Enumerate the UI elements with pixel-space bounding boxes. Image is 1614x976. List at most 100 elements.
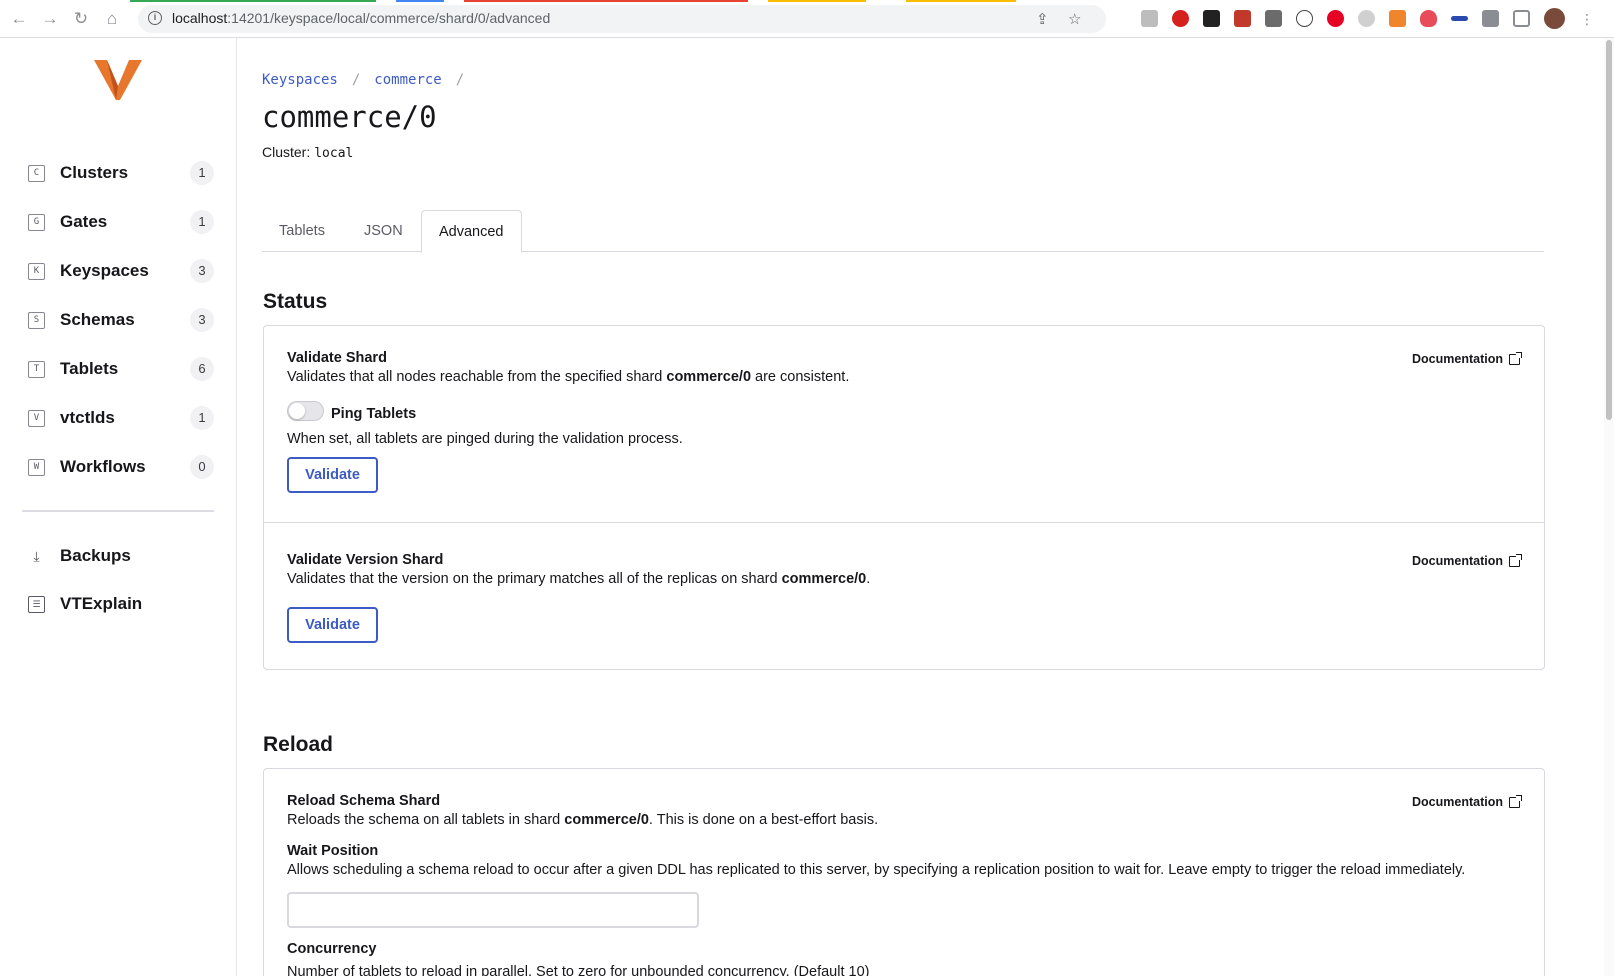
sidebar-item-label: Backups bbox=[60, 546, 131, 565]
reload-panel: Reload Schema Shard Reloads the schema o… bbox=[263, 768, 1545, 976]
status-section-title: Status bbox=[263, 290, 328, 313]
external-link-icon bbox=[1509, 351, 1522, 365]
reload-schema-documentation-link[interactable]: Documentation bbox=[1412, 794, 1522, 809]
sidebar-item-schemas[interactable]: S Schemas 3 bbox=[28, 307, 214, 333]
extension-icon[interactable] bbox=[1234, 10, 1251, 27]
sidebar-item-label: Keyspaces bbox=[60, 261, 149, 280]
metamask-extension-icon[interactable] bbox=[1389, 10, 1406, 27]
sidebar-item-keyspaces[interactable]: K Keyspaces 3 bbox=[28, 258, 214, 284]
clusters-icon: C bbox=[28, 164, 45, 182]
sidebar-item-label: VTExplain bbox=[60, 594, 143, 613]
page-title: commerce/0 bbox=[262, 100, 437, 134]
count-badge: 1 bbox=[190, 406, 214, 430]
concurrency-description: Number of tablets to reload in parallel.… bbox=[287, 964, 870, 976]
sidebar-item-label: vtctlds bbox=[60, 408, 115, 427]
sidebar: C Clusters 1 G Gates 1 K Keyspaces 3 S S… bbox=[0, 38, 237, 976]
count-badge: 0 bbox=[190, 455, 214, 479]
puzzle-icon[interactable] bbox=[1482, 10, 1499, 27]
extension-icon[interactable] bbox=[1265, 10, 1282, 27]
reload-section-title: Reload bbox=[263, 733, 334, 756]
ping-tablets-toggle[interactable] bbox=[287, 401, 324, 421]
concurrency-label: Concurrency bbox=[287, 941, 377, 957]
validate-version-documentation-link[interactable]: Documentation bbox=[1412, 553, 1522, 568]
sidebar-item-label: Clusters bbox=[60, 163, 129, 182]
external-link-icon bbox=[1509, 553, 1522, 567]
keyspaces-icon: K bbox=[28, 262, 45, 280]
count-badge: 3 bbox=[190, 308, 214, 332]
sidebar-item-label: Gates bbox=[60, 212, 108, 231]
extension-icon[interactable] bbox=[1296, 10, 1313, 27]
wait-position-label: Wait Position bbox=[287, 843, 379, 859]
reload-schema-shard-title: Reload Schema Shard bbox=[287, 793, 441, 809]
reload-icon[interactable]: ↻ bbox=[70, 8, 92, 30]
sidebar-item-vtctlds[interactable]: V vtctlds 1 bbox=[28, 405, 214, 431]
download-icon: ⤓ bbox=[33, 547, 40, 564]
sidebar-item-backups[interactable]: ⤓ Backups bbox=[28, 543, 214, 569]
bookmark-star-icon[interactable]: ☆ bbox=[1068, 10, 1081, 28]
adblock-extension-icon[interactable] bbox=[1172, 10, 1189, 27]
tab-bar: Tablets JSON Advanced bbox=[262, 210, 1544, 253]
extension-icon[interactable] bbox=[1420, 10, 1437, 27]
validate-version-shard-button[interactable]: Validate bbox=[287, 607, 378, 643]
extension-icon[interactable] bbox=[1141, 10, 1158, 27]
back-icon[interactable]: ← bbox=[8, 8, 30, 30]
count-badge: 1 bbox=[190, 210, 214, 234]
sidebar-item-tablets[interactable]: T Tablets 6 bbox=[28, 356, 214, 382]
wait-position-input[interactable] bbox=[287, 892, 699, 928]
home-icon[interactable]: ⌂ bbox=[101, 8, 123, 30]
kebab-menu-icon[interactable]: ⋮ bbox=[1580, 8, 1594, 30]
gates-icon: G bbox=[28, 213, 45, 231]
pinterest-extension-icon[interactable] bbox=[1327, 10, 1344, 27]
breadcrumb-separator: / bbox=[455, 72, 465, 88]
profile-avatar[interactable] bbox=[1544, 8, 1565, 29]
validate-version-shard-title: Validate Version Shard bbox=[287, 552, 444, 568]
browser-toolbar: ← → ↻ ⌂ i localhost:14201/keyspace/local… bbox=[0, 0, 1614, 38]
main-content: Keyspaces / commerce / commerce/0 Cluste… bbox=[238, 38, 1614, 976]
validate-shard-button[interactable]: Validate bbox=[287, 457, 378, 493]
sidebar-item-gates[interactable]: G Gates 1 bbox=[28, 209, 214, 235]
vitess-logo[interactable] bbox=[94, 60, 142, 102]
external-link-icon bbox=[1509, 794, 1522, 808]
scrollbar-thumb[interactable] bbox=[1606, 40, 1612, 420]
ping-tablets-label: Ping Tablets bbox=[331, 406, 417, 422]
tablets-icon: T bbox=[28, 360, 45, 378]
cluster-value: local bbox=[314, 146, 354, 161]
url-text: localhost:14201/keyspace/local/commerce/… bbox=[172, 10, 551, 26]
ux-extension-icon[interactable] bbox=[1203, 10, 1220, 27]
cluster-label: Cluster: bbox=[262, 144, 311, 160]
forward-icon[interactable]: → bbox=[39, 8, 61, 30]
count-badge: 3 bbox=[190, 259, 214, 283]
schemas-icon: S bbox=[28, 311, 45, 329]
breadcrumb: Keyspaces / commerce / bbox=[262, 72, 464, 88]
tab-strip bbox=[0, 0, 1614, 2]
breadcrumb-keyspaces-link[interactable]: Keyspaces bbox=[262, 72, 338, 88]
ping-tablets-description: When set, all tablets are pinged during … bbox=[287, 431, 683, 447]
breadcrumb-keyspace-link[interactable]: commerce bbox=[374, 72, 441, 88]
sidebar-item-clusters[interactable]: C Clusters 1 bbox=[28, 160, 214, 186]
extension-icon[interactable] bbox=[1358, 10, 1375, 27]
vtctlds-icon: V bbox=[28, 409, 45, 427]
tab-json[interactable]: JSON bbox=[347, 210, 420, 252]
share-icon[interactable]: ⇪ bbox=[1036, 10, 1049, 28]
cluster-info: Cluster: local bbox=[262, 144, 353, 161]
sidebar-divider bbox=[22, 510, 214, 512]
address-bar[interactable]: i localhost:14201/keyspace/local/commerc… bbox=[138, 5, 1106, 33]
site-info-icon[interactable]: i bbox=[148, 11, 162, 25]
tab-advanced[interactable]: Advanced bbox=[421, 210, 522, 253]
sidebar-item-vtexplain[interactable]: ☰ VTExplain bbox=[28, 591, 214, 617]
wait-position-description: Allows scheduling a schema reload to occ… bbox=[287, 862, 1466, 878]
status-panel: Validate Shard Validates that all nodes … bbox=[263, 325, 1545, 670]
count-badge: 1 bbox=[190, 161, 214, 185]
side-panel-icon[interactable] bbox=[1513, 10, 1530, 27]
validate-version-shard-description: Validates that the version on the primar… bbox=[287, 571, 871, 587]
validate-shard-description: Validates that all nodes reachable from … bbox=[287, 369, 850, 385]
panel-divider bbox=[264, 522, 1544, 523]
validate-shard-documentation-link[interactable]: Documentation bbox=[1412, 351, 1522, 366]
explain-icon: ☰ bbox=[28, 595, 45, 613]
extension-icon[interactable] bbox=[1451, 16, 1468, 21]
tab-tablets[interactable]: Tablets bbox=[262, 210, 342, 252]
sidebar-item-workflows[interactable]: W Workflows 0 bbox=[28, 454, 214, 480]
sidebar-item-label: Tablets bbox=[60, 359, 119, 378]
page-scrollbar[interactable] bbox=[1604, 38, 1614, 976]
sidebar-item-label: Workflows bbox=[60, 457, 146, 476]
